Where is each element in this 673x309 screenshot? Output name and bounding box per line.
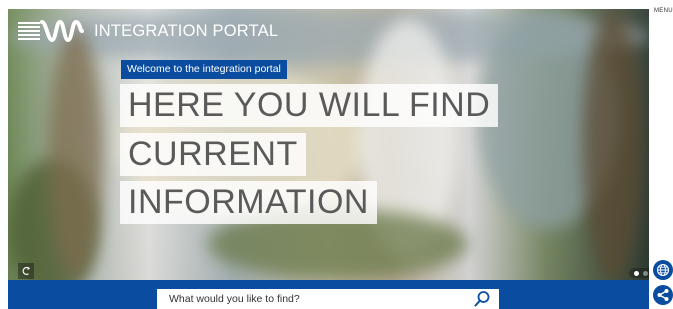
- share-button[interactable]: [653, 285, 673, 305]
- language-button[interactable]: [653, 260, 673, 280]
- headline-line-3: INFORMATION: [120, 181, 377, 224]
- globe-icon: [656, 263, 670, 277]
- pause-icon: [22, 266, 31, 275]
- headline-line-2: CURRENT: [120, 133, 306, 176]
- share-icon: [657, 289, 669, 301]
- brand-wave-logo: [18, 19, 84, 43]
- search-placeholder: What would you like to find?: [169, 293, 300, 305]
- search-input[interactable]: What would you like to find?: [157, 289, 499, 309]
- slider-pause-button[interactable]: [18, 263, 34, 279]
- hero-slider: [8, 9, 649, 280]
- headline-line-1: HERE YOU WILL FIND: [120, 84, 499, 127]
- hero-background-part: [48, 29, 103, 279]
- slider-dot-active[interactable]: [634, 270, 639, 276]
- slider-dot[interactable]: [643, 270, 648, 276]
- slider-pagination: [629, 268, 649, 278]
- hero-background-part: [583, 9, 643, 280]
- search-icon[interactable]: [473, 290, 491, 308]
- menu-button[interactable]: MENU: [654, 8, 673, 14]
- logo-title: INTEGRATION PORTAL: [94, 21, 279, 40]
- welcome-badge: Welcome to the integration portal: [121, 60, 287, 79]
- site-logo[interactable]: INTEGRATION PORTAL: [18, 19, 278, 43]
